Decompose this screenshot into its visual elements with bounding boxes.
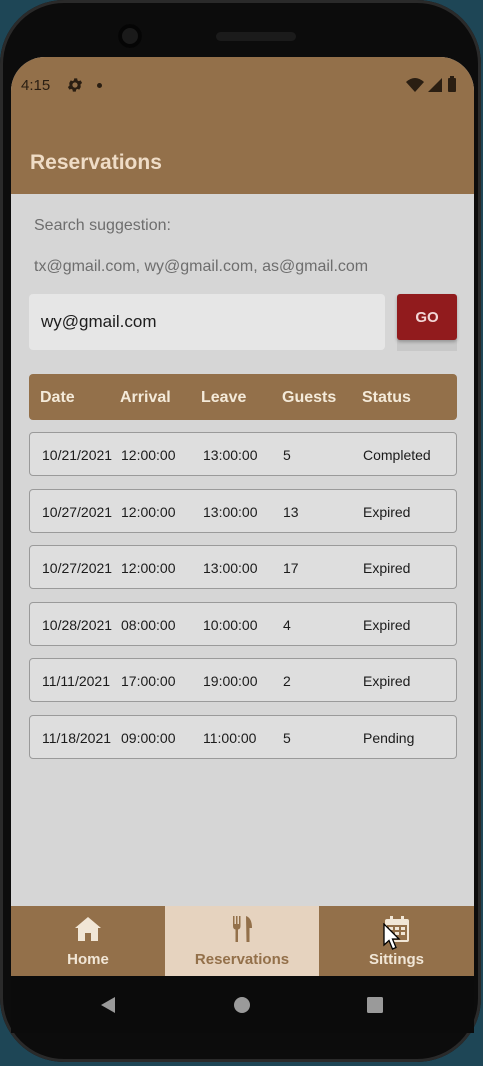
email-search-input[interactable] [29,294,385,350]
table-row[interactable]: 11/11/2021 17:00:00 19:00:00 2 Expired [29,658,457,702]
back-icon[interactable] [99,996,117,1014]
nav-item-reservations[interactable]: Reservations [165,906,319,976]
cell-status: Pending [363,730,415,746]
table-row[interactable]: 10/28/2021 08:00:00 10:00:00 4 Expired [29,602,457,646]
search-suggestion-emails: tx@gmail.com, wy@gmail.com, as@gmail.com [34,258,369,275]
cell-guests: 5 [283,730,291,746]
cell-arrival: 12:00:00 [121,504,176,520]
cell-date: 10/27/2021 [42,504,113,520]
cell-leave: 19:00:00 [203,673,258,689]
cell-guests: 4 [283,617,291,633]
cell-date: 10/28/2021 [42,617,113,633]
home-circle-icon[interactable] [233,996,251,1014]
header-status: Status [362,389,411,406]
search-suggestion-label: Search suggestion: [34,217,171,234]
mouse-cursor-icon [383,923,401,950]
cell-guests: 2 [283,673,291,689]
table-row[interactable]: 11/18/2021 09:00:00 11:00:00 5 Pending [29,715,457,759]
app-screen: 4:15 Reservations Search suggestion: tx@… [11,57,474,1033]
header-arrival: Arrival [120,389,171,406]
bottom-navigation: Home Reservations Sittings [11,906,474,976]
cell-arrival: 12:00:00 [121,560,176,576]
header-leave: Leave [201,389,247,406]
app-bar: 4:15 Reservations [11,57,474,194]
header-date: Date [40,389,75,406]
cell-status: Expired [363,560,411,576]
notification-dot-icon [97,83,102,88]
cell-leave: 13:00:00 [203,504,258,520]
earpiece-speaker [216,32,296,41]
table-row[interactable]: 10/27/2021 12:00:00 13:00:00 13 Expired [29,489,457,533]
cell-guests: 17 [283,560,299,576]
cell-status: Completed [363,447,431,463]
home-icon [75,917,101,941]
recents-icon[interactable] [367,997,383,1013]
gear-icon [67,78,83,92]
cell-leave: 11:00:00 [203,730,257,746]
cell-guests: 5 [283,447,291,463]
cell-status: Expired [363,504,411,520]
header-guests: Guests [282,389,337,406]
nav-label-reservations: Reservations [194,951,290,968]
wifi-icon [406,78,424,92]
cell-leave: 13:00:00 [203,560,258,576]
cell-arrival: 12:00:00 [121,447,176,463]
cell-leave: 13:00:00 [203,447,258,463]
cell-status: Expired [363,673,411,689]
nav-label-home: Home [67,951,109,968]
page-title: Reservations [30,151,162,174]
status-time: 4:15 [21,77,51,94]
phone-frame: 4:15 Reservations Search suggestion: tx@… [0,0,481,1062]
cell-arrival: 09:00:00 [121,730,176,746]
cell-guests: 13 [283,504,299,520]
system-navigation-bar [11,976,474,1033]
cell-arrival: 08:00:00 [121,617,176,633]
cell-status: Expired [363,617,411,633]
cell-date: 11/18/2021 [42,730,112,746]
cell-arrival: 17:00:00 [121,673,176,689]
nav-label-sittings: Sittings [369,951,424,968]
cell-date: 11/11/2021 [42,673,110,689]
status-indicators [406,76,456,92]
front-camera [118,24,142,48]
cell-date: 10/27/2021 [42,560,113,576]
fork-knife-icon [233,916,252,942]
cell-date: 10/21/2021 [42,447,113,463]
table-header: Date Arrival Leave Guests Status [29,374,457,420]
signal-icon [428,78,442,92]
table-row[interactable]: 10/21/2021 12:00:00 13:00:00 5 Completed [29,432,457,476]
cell-leave: 10:00:00 [203,617,258,633]
nav-item-home[interactable]: Home [11,906,165,976]
go-button[interactable]: GO [397,294,457,340]
table-row[interactable]: 10/27/2021 12:00:00 13:00:00 17 Expired [29,545,457,589]
battery-icon [448,78,456,92]
